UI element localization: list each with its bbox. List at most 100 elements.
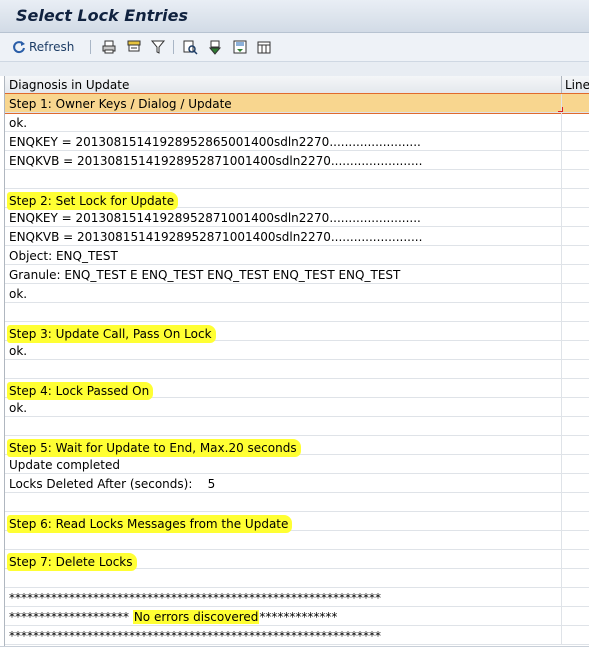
line-column-divider (561, 455, 562, 473)
print-icon (101, 39, 117, 55)
table-row[interactable]: ok. (5, 398, 589, 417)
row-text: ******************** No errors discovere… (9, 610, 337, 624)
row-text: ok. (9, 344, 28, 358)
refresh-label: Refresh (29, 40, 75, 54)
table-row[interactable]: Step 6: Read Locks Messages from the Upd… (5, 512, 589, 533)
layout-icon (256, 39, 272, 55)
print-preview-icon (126, 39, 142, 55)
line-column-divider (561, 588, 562, 606)
find-button[interactable] (182, 38, 198, 56)
bottom-border (0, 646, 589, 659)
line-column-divider (561, 284, 562, 302)
export-button[interactable] (207, 38, 223, 56)
column-header-diagnosis[interactable]: Diagnosis in Update (9, 78, 129, 92)
print-button[interactable] (101, 38, 117, 56)
line-column-divider (561, 246, 562, 264)
grid-header: Diagnosis in Update Line (5, 76, 589, 94)
refresh-button[interactable]: Refresh (12, 38, 74, 56)
highlighted-message: No errors discovered (132, 610, 260, 624)
row-text: ok. (9, 287, 28, 301)
row-text: ****************************************… (9, 629, 381, 643)
line-column-divider (561, 189, 562, 207)
diagnosis-grid: Diagnosis in Update Line Step 1: Owner K… (4, 76, 589, 646)
line-column-divider (561, 379, 562, 397)
line-column-divider (561, 569, 562, 587)
export-icon (207, 39, 223, 55)
toolbar-separator (90, 40, 91, 54)
line-column-divider (561, 531, 562, 549)
table-row[interactable]: ENQKEY = 20130815141928952865001400sdln2… (5, 132, 589, 151)
line-column-divider (561, 360, 562, 378)
save-icon (232, 39, 248, 55)
line-column-divider (561, 132, 562, 150)
line-column-divider (561, 151, 562, 169)
table-row[interactable]: ok. (5, 341, 589, 360)
line-column-divider (561, 113, 562, 131)
table-row[interactable] (5, 170, 589, 189)
table-row[interactable]: ENQKEY = 20130815141928952871001400sdln2… (5, 208, 589, 227)
table-row-selected[interactable]: Step 1: Owner Keys / Dialog / Update (5, 93, 589, 114)
line-column-divider (561, 303, 562, 321)
row-text: ENQKEY = 20130815141928952865001400sdln2… (9, 135, 421, 149)
table-row[interactable] (5, 303, 589, 322)
table-row[interactable]: Step 5: Wait for Update to End, Max.20 s… (5, 436, 589, 457)
table-row[interactable]: Locks Deleted After (seconds): 5 (5, 474, 589, 493)
row-text: Locks Deleted After (seconds): 5 (9, 477, 216, 491)
row-text: ****************************************… (9, 591, 381, 605)
table-row[interactable]: Step 3: Update Call, Pass On Lock (5, 322, 589, 343)
line-column-divider (561, 265, 562, 283)
row-text: Update completed (9, 458, 120, 472)
row-text: ENQKVB = 20130815141928952871001400sdln2… (9, 154, 423, 168)
table-row[interactable]: ******************** No errors discovere… (5, 607, 589, 626)
line-column-divider (561, 417, 562, 435)
row-text-prefix: ******************** (9, 610, 133, 624)
table-row[interactable] (5, 417, 589, 436)
column-header-line[interactable]: Line (561, 76, 589, 93)
filter-icon (150, 39, 166, 55)
line-column-divider (561, 626, 562, 644)
title-bar: Select Lock Entries (0, 0, 589, 33)
application-toolbar: Refresh (0, 33, 589, 62)
table-row[interactable]: ENQKVB = 20130815141928952871001400sdln2… (5, 151, 589, 170)
table-row[interactable]: Granule: ENQ_TEST E ENQ_TEST ENQ_TEST EN… (5, 265, 589, 284)
table-row[interactable] (5, 531, 589, 550)
table-row[interactable] (5, 493, 589, 512)
table-row[interactable]: Update completed (5, 455, 589, 474)
toolbar-separator (173, 40, 174, 54)
line-column-divider (561, 398, 562, 416)
save-button[interactable] (232, 38, 248, 56)
refresh-icon (12, 40, 26, 54)
table-row[interactable]: ok. (5, 113, 589, 132)
selection-corner-marker (558, 107, 563, 112)
table-row[interactable]: Step 7: Delete Locks (5, 550, 589, 571)
table-row[interactable] (5, 360, 589, 379)
table-row[interactable]: ****************************************… (5, 626, 589, 645)
table-row[interactable]: ****************************************… (5, 588, 589, 607)
toolbar-spacer (0, 62, 589, 76)
table-row[interactable] (5, 569, 589, 588)
grid-rows: Step 1: Owner Keys / Dialog / Update ok. E… (5, 93, 589, 645)
table-row[interactable]: Object: ENQ_TEST (5, 246, 589, 265)
row-text: ENQKVB = 20130815141928952871001400sdln2… (9, 230, 423, 244)
print-preview-button[interactable] (126, 38, 142, 56)
row-text: ENQKEY = 20130815141928952871001400sdln2… (9, 211, 421, 225)
line-column-divider (561, 607, 562, 625)
table-row[interactable]: Step 2: Set Lock for Update (5, 189, 589, 210)
filter-button[interactable] (150, 38, 166, 56)
table-row[interactable]: Step 4: Lock Passed On (5, 379, 589, 400)
line-column-divider (561, 170, 562, 188)
line-column-divider (561, 550, 562, 568)
window-title: Select Lock Entries (16, 6, 189, 25)
table-row[interactable]: ENQKVB = 20130815141928952871001400sdln2… (5, 227, 589, 246)
line-column-divider (561, 341, 562, 359)
line-column-divider (561, 208, 562, 226)
row-text: Step 1: Owner Keys / Dialog / Update (9, 97, 232, 111)
line-column-divider (561, 322, 562, 340)
row-text: ok. (9, 116, 28, 130)
line-column-divider (561, 493, 562, 511)
table-row[interactable]: ok. (5, 284, 589, 303)
line-column-divider (561, 512, 562, 530)
row-text: ok. (9, 401, 28, 415)
row-text: Granule: ENQ_TEST E ENQ_TEST ENQ_TEST EN… (9, 268, 401, 282)
layout-button[interactable] (256, 38, 272, 56)
